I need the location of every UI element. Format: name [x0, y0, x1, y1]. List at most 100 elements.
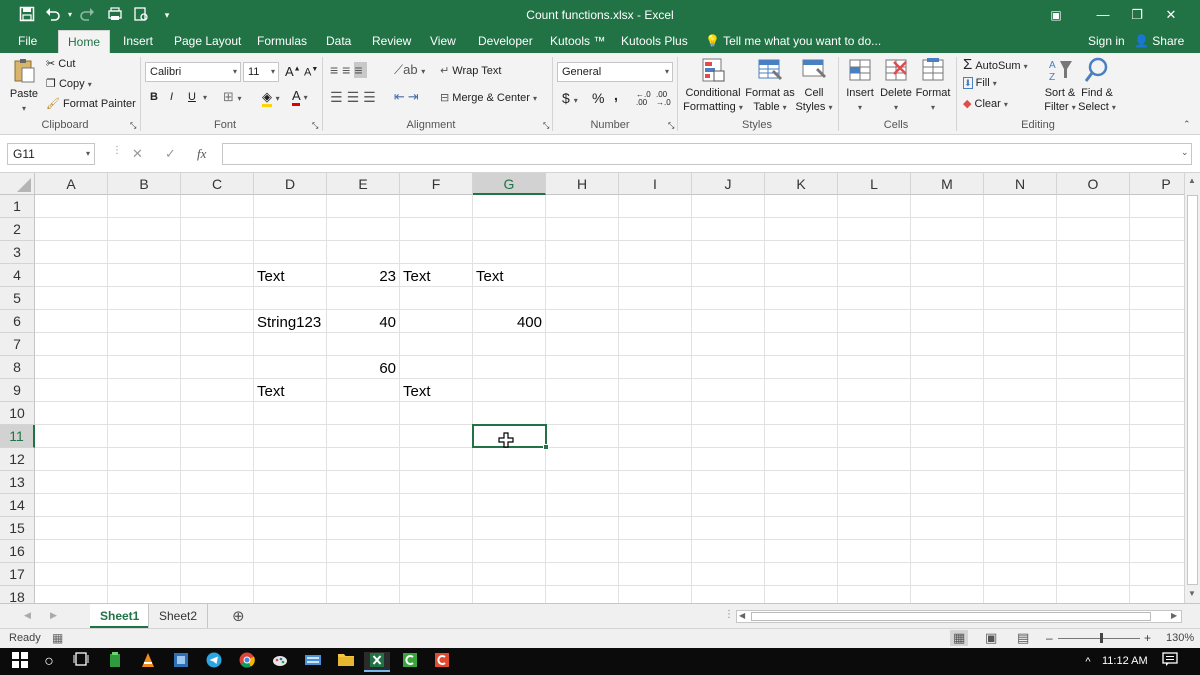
row-header-6[interactable]: 6: [0, 310, 35, 333]
sheet-tab-sheet2[interactable]: Sheet2: [148, 604, 209, 628]
column-header-a[interactable]: A: [35, 173, 108, 195]
row-header-3[interactable]: 3: [0, 241, 35, 264]
indent-buttons[interactable]: ⇤⇥: [394, 89, 422, 105]
column-header-p[interactable]: P: [1130, 173, 1184, 195]
cell-g6[interactable]: 400: [473, 312, 542, 333]
row-header-14[interactable]: 14: [0, 494, 35, 517]
column-header-b[interactable]: B: [108, 173, 181, 195]
row-header-13[interactable]: 13: [0, 471, 35, 494]
font-launcher-icon[interactable]: ⤡: [312, 121, 318, 131]
grow-font-button[interactable]: A▲: [285, 64, 301, 79]
row-header-18[interactable]: 18: [0, 586, 35, 603]
column-header-e[interactable]: E: [327, 173, 400, 195]
column-header-d[interactable]: D: [254, 173, 327, 195]
cut-button[interactable]: ✂ Cut: [46, 57, 75, 70]
formula-input[interactable]: [222, 143, 1192, 165]
tab-file[interactable]: File: [16, 30, 39, 53]
taskbar-clock[interactable]: 11:12 AM: [1102, 655, 1148, 667]
next-sheet-icon[interactable]: ▶: [50, 610, 57, 621]
borders-button[interactable]: ⊞ ▾: [223, 89, 242, 105]
copy-button[interactable]: ❐ Copy ▾: [46, 77, 92, 90]
recorder-icon[interactable]: [432, 652, 452, 672]
alignment-launcher-icon[interactable]: ⤡: [543, 121, 549, 131]
decrease-decimal-button[interactable]: .00 →.0: [656, 91, 672, 107]
tab-home[interactable]: Home: [58, 30, 110, 53]
row-header-11[interactable]: 11: [0, 425, 35, 448]
tab-developer[interactable]: Developer: [476, 30, 535, 53]
clipboard-launcher-icon[interactable]: ⤡: [130, 121, 136, 131]
task-view-icon[interactable]: [71, 652, 91, 672]
add-sheet-button[interactable]: ⊕: [232, 607, 245, 625]
active-cell[interactable]: [472, 424, 549, 450]
page-break-view-icon[interactable]: ▤: [1017, 630, 1029, 646]
row-header-9[interactable]: 9: [0, 379, 35, 402]
worksheet-grid[interactable]: ABCDEFGHIJKLMNOP 1 2 3 4 5 6 7 8 9 10 11 12 13 14 15 16…: [0, 173, 1184, 603]
cell-f4[interactable]: Text: [403, 266, 431, 287]
row-header-10[interactable]: 10: [0, 402, 35, 425]
cell-styles-button[interactable]: Cell Styles ▾: [794, 56, 834, 115]
column-header-c[interactable]: C: [181, 173, 254, 195]
show-hidden-icons[interactable]: ^: [1078, 652, 1098, 672]
select-all-corner[interactable]: [0, 173, 35, 195]
fill-handle[interactable]: [543, 444, 549, 450]
shrink-font-button[interactable]: A▼: [304, 66, 318, 79]
font-name-combo[interactable]: Calibri ▾: [145, 62, 241, 82]
column-header-j[interactable]: J: [692, 173, 765, 195]
fill-button[interactable]: ⬇ Fill ▾: [963, 77, 997, 89]
cell-d6[interactable]: String123: [257, 312, 321, 333]
tell-me-search[interactable]: 💡 Tell me what you want to do...: [703, 30, 883, 53]
row-header-5[interactable]: 5: [0, 287, 35, 310]
cell-d9[interactable]: Text: [257, 381, 285, 402]
underline-dropdown-icon[interactable]: ▾: [203, 91, 207, 103]
column-header-g[interactable]: G: [473, 173, 546, 195]
zoom-out-button[interactable]: –: [1046, 631, 1053, 645]
insert-function-icon[interactable]: fx: [197, 146, 206, 162]
underline-button[interactable]: U: [188, 91, 196, 103]
row-header-16[interactable]: 16: [0, 540, 35, 563]
currency-button[interactable]: $ ▾: [562, 90, 578, 106]
vlc-icon[interactable]: [138, 652, 158, 672]
format-painter-button[interactable]: 🖌 Format Painter: [46, 97, 136, 110]
zoom-in-button[interactable]: +: [1144, 631, 1151, 645]
font-color-button[interactable]: A ▾: [292, 88, 308, 106]
notifications-icon[interactable]: [1160, 652, 1180, 672]
zoom-level[interactable]: 130%: [1166, 632, 1194, 644]
number-format-combo[interactable]: General ▾: [557, 62, 673, 82]
media-app-icon[interactable]: [171, 652, 191, 672]
format-as-table-button[interactable]: Format as Table ▾: [745, 56, 795, 115]
merge-center-button[interactable]: ⊟ Merge & Center ▾: [440, 91, 537, 104]
wrap-text-button[interactable]: ↵ Wrap Text: [440, 64, 501, 77]
paint-app-icon[interactable]: [270, 652, 290, 672]
row-header-4[interactable]: 4: [0, 264, 35, 287]
horizontal-scroll-thumb[interactable]: [751, 612, 1151, 621]
cortana-search-icon[interactable]: ○: [39, 652, 59, 672]
page-layout-view-icon[interactable]: ▣: [985, 630, 997, 646]
row-header-1[interactable]: 1: [0, 195, 35, 218]
column-header-i[interactable]: I: [619, 173, 692, 195]
delete-cells-button[interactable]: Delete ▾: [878, 56, 914, 115]
column-header-o[interactable]: O: [1057, 173, 1130, 195]
increase-decimal-button[interactable]: ←.0 .00: [636, 91, 652, 107]
tab-kutools[interactable]: Kutools ™: [548, 30, 607, 53]
tab-kutools-plus[interactable]: Kutools Plus: [619, 30, 690, 53]
scroll-right-icon[interactable]: ▶: [1171, 611, 1177, 620]
font-size-combo[interactable]: 11 ▾: [243, 62, 279, 82]
vertical-align-buttons[interactable]: ≡≡≡: [330, 62, 367, 78]
autosum-button[interactable]: Σ AutoSum ▾: [963, 56, 1028, 73]
column-header-k[interactable]: K: [765, 173, 838, 195]
cell-d4[interactable]: Text: [257, 266, 285, 287]
share-button[interactable]: 👤 Share: [1132, 30, 1186, 53]
normal-view-icon[interactable]: ▦: [950, 630, 969, 646]
tab-review[interactable]: Review: [370, 30, 413, 53]
ribbon-display-icon[interactable]: ▣: [1033, 3, 1079, 27]
expand-formula-bar-icon[interactable]: ⌄: [1181, 147, 1189, 158]
percent-button[interactable]: %: [592, 90, 604, 106]
sort-filter-button[interactable]: AZ Sort & Filter ▾: [1041, 56, 1079, 115]
bold-button[interactable]: B: [150, 91, 158, 103]
enter-entry-icon[interactable]: ✓: [165, 146, 176, 162]
format-cells-button[interactable]: Format ▾: [914, 56, 952, 115]
row-header-15[interactable]: 15: [0, 517, 35, 540]
row-header-12[interactable]: 12: [0, 448, 35, 471]
windows-start-icon[interactable]: [10, 652, 30, 672]
scroll-left-icon[interactable]: ◀: [739, 611, 745, 620]
